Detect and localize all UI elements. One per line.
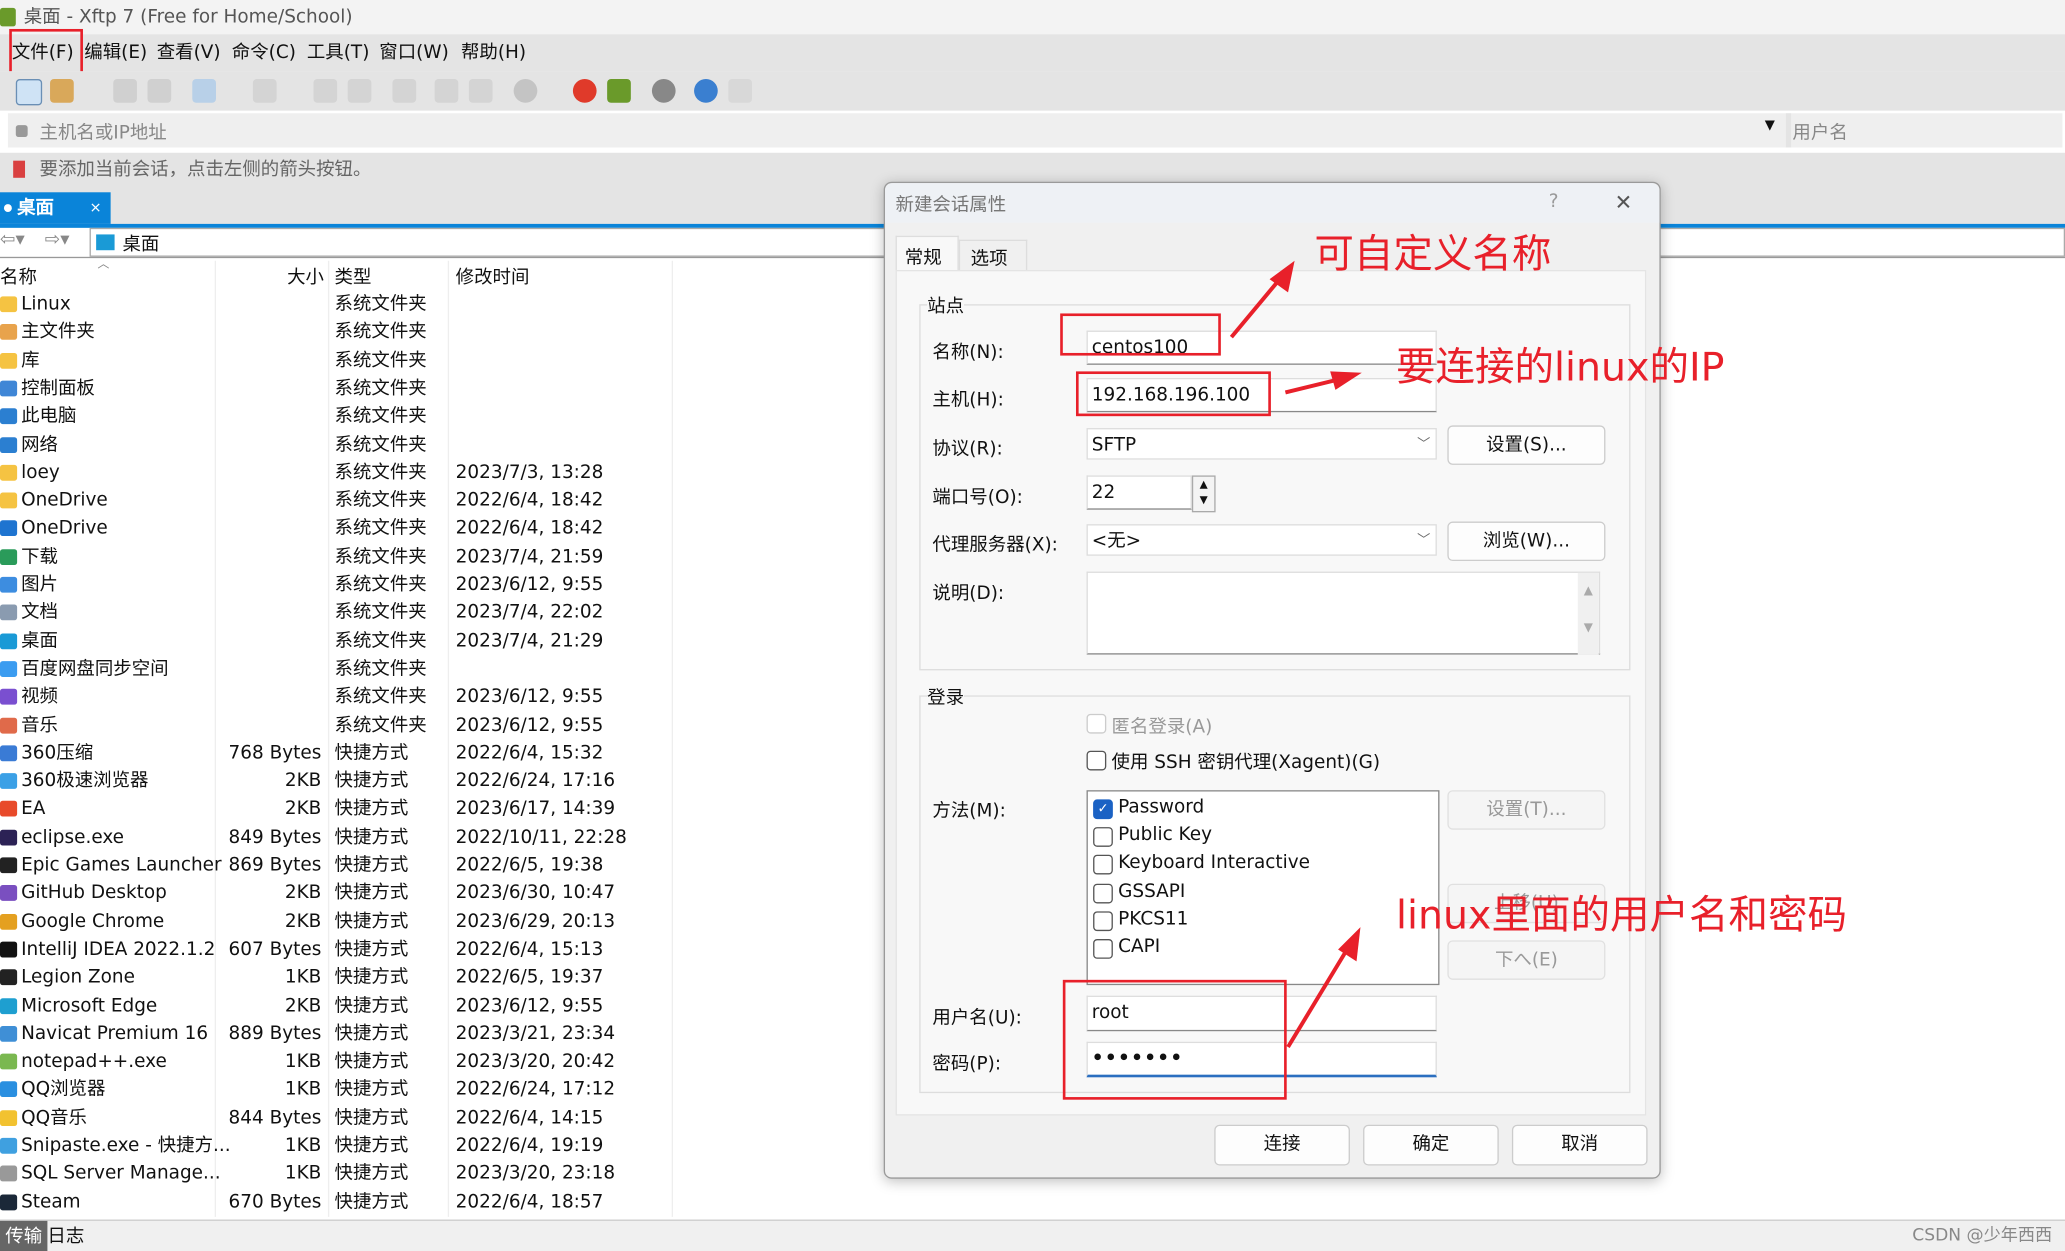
annotation-ip: 要连接的linux的IP <box>1396 345 1725 392</box>
annotation-name: 可自定义名称 <box>1314 231 1552 278</box>
annotation-arrows <box>1229 260 1362 1049</box>
arrow-credentials <box>1286 939 1355 1049</box>
annotation-credentials: linux里面的用户名和密码 <box>1396 892 1848 940</box>
